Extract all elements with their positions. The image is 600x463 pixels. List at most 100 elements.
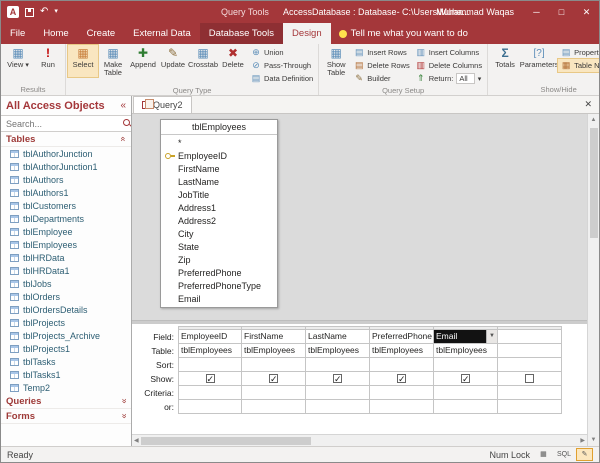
undo-icon[interactable]: ↶ — [40, 1, 48, 23]
union-button[interactable]: ⊕Union — [248, 46, 316, 59]
field-list-item-zip[interactable]: Zip — [161, 253, 277, 266]
show-checkbox[interactable] — [397, 374, 406, 383]
append-button[interactable]: ✚Append — [128, 45, 158, 77]
grid-cell[interactable]: tblEmployees — [434, 344, 498, 358]
insert-rows-button[interactable]: ▤ Insert Rows — [351, 46, 413, 59]
grid-cell[interactable] — [498, 344, 562, 358]
field-list-item-preferredphone[interactable]: PreferredPhone — [161, 266, 277, 279]
sql-view-button[interactable]: SQL — [554, 448, 574, 461]
data-definition-button[interactable]: ▤Data Definition — [248, 72, 316, 85]
grid-cell[interactable] — [370, 372, 434, 386]
section-header-forms[interactable]: Forms« — [1, 409, 131, 424]
run-button[interactable]: ! Run — [33, 45, 63, 69]
parameters-button[interactable]: [?] Parameters — [520, 45, 558, 69]
table-names-button[interactable]: ▦ Table Names — [558, 59, 599, 72]
view-button[interactable]: ▦ View ▾ — [3, 45, 33, 70]
section-header-tables[interactable]: Tables« — [1, 132, 131, 147]
query-design-surface[interactable]: tblEmployees *EmployeeIDFirstNameLastNam… — [132, 114, 587, 320]
tab-create[interactable]: Create — [78, 23, 125, 44]
grid-cell[interactable] — [498, 330, 562, 344]
sidebar-item-tblauthorjunction[interactable]: tblAuthorJunction — [1, 147, 131, 160]
tab-design[interactable]: Design — [283, 23, 331, 44]
sidebar-item-tblemployees[interactable]: tblEmployees — [1, 238, 131, 251]
grid-cell[interactable] — [434, 386, 498, 400]
tab-file[interactable]: File — [1, 23, 34, 44]
grid-cell[interactable] — [306, 372, 370, 386]
grid-cell[interactable] — [178, 358, 242, 372]
grid-cell[interactable] — [434, 358, 498, 372]
vertical-scroll-thumb[interactable] — [590, 128, 598, 238]
scroll-up-icon[interactable]: ▲ — [591, 114, 597, 126]
nav-pane-title[interactable]: All Access Objects « — [1, 96, 131, 115]
tell-me-box[interactable]: Tell me what you want to do — [339, 23, 468, 44]
grid-cell[interactable] — [498, 358, 562, 372]
sidebar-item-tblorders[interactable]: tblOrders — [1, 290, 131, 303]
field-list-item-preferredphonetype[interactable]: PreferredPhoneType — [161, 279, 277, 292]
minimize-button[interactable]: ─ — [524, 1, 549, 23]
grid-cell[interactable] — [370, 386, 434, 400]
datasheet-view-button[interactable]: ▦ — [535, 448, 552, 461]
grid-cell[interactable] — [498, 386, 562, 400]
sidebar-item-tblordersdetails[interactable]: tblOrdersDetails — [1, 303, 131, 316]
grid-cell[interactable] — [498, 400, 562, 414]
qat-customize-chevron-icon[interactable]: ▾ — [54, 1, 58, 23]
sidebar-item-tblauthors[interactable]: tblAuthors — [1, 173, 131, 186]
field-list-item-email[interactable]: Email — [161, 292, 277, 305]
collapse-pane-icon[interactable]: « — [120, 100, 126, 111]
search-icon[interactable] — [123, 119, 132, 128]
grid-cell[interactable] — [434, 400, 498, 414]
field-list-title[interactable]: tblEmployees — [161, 120, 277, 135]
grid-cell[interactable] — [306, 400, 370, 414]
show-table-button[interactable]: ▦ Show Table — [321, 45, 351, 77]
field-list-item-address2[interactable]: Address2 — [161, 214, 277, 227]
grid-cell[interactable] — [306, 358, 370, 372]
grid-cell[interactable] — [306, 386, 370, 400]
select-button[interactable]: ▦Select — [68, 45, 98, 77]
grid-cell[interactable]: tblEmployees — [306, 344, 370, 358]
sidebar-item-tbltasks1[interactable]: tblTasks1 — [1, 368, 131, 381]
horizontal-scroll-thumb[interactable] — [141, 437, 311, 445]
show-checkbox[interactable] — [461, 374, 470, 383]
builder-button[interactable]: ✎ Builder — [351, 72, 413, 85]
grid-cell[interactable]: tblEmployees — [370, 344, 434, 358]
document-tab-query2[interactable]: Query2 — [133, 96, 192, 113]
grid-cell[interactable] — [242, 358, 306, 372]
sidebar-item-tbltasks[interactable]: tblTasks — [1, 355, 131, 368]
vertical-scrollbar[interactable]: ▲ ▼ — [587, 114, 599, 446]
sidebar-item-tbldepartments[interactable]: tblDepartments — [1, 212, 131, 225]
grid-cell[interactable] — [178, 372, 242, 386]
sidebar-item-tblhrdata1[interactable]: tblHRData1 — [1, 264, 131, 277]
grid-cell[interactable] — [178, 400, 242, 414]
field-list-tblEmployees[interactable]: tblEmployees *EmployeeIDFirstNameLastNam… — [160, 119, 278, 308]
tab-home[interactable]: Home — [34, 23, 77, 44]
sidebar-item-tblprojects_archive[interactable]: tblProjects_Archive — [1, 329, 131, 342]
field-list-item-state[interactable]: State — [161, 240, 277, 253]
insert-columns-button[interactable]: ▥ Insert Columns — [413, 46, 485, 59]
sidebar-item-tbljobs[interactable]: tblJobs — [1, 277, 131, 290]
grid-cell[interactable] — [178, 386, 242, 400]
save-icon[interactable] — [25, 8, 34, 17]
grid-cell[interactable]: Email▼ — [434, 330, 498, 344]
totals-button[interactable]: Σ Totals — [490, 45, 520, 69]
close-button[interactable]: ✕ — [574, 1, 599, 23]
grid-cell[interactable]: tblEmployees — [242, 344, 306, 358]
make-table-button[interactable]: ▦Make Table — [98, 45, 128, 77]
design-view-button[interactable]: ✎ — [576, 448, 593, 461]
tab-database-tools[interactable]: Database Tools — [200, 23, 283, 44]
scroll-left-icon[interactable]: ◀ — [134, 435, 139, 447]
field-list-item-city[interactable]: City — [161, 227, 277, 240]
grid-cell[interactable] — [242, 372, 306, 386]
grid-cell[interactable]: PreferredPhone — [370, 330, 434, 344]
maximize-button[interactable]: □ — [549, 1, 574, 23]
scroll-down-icon[interactable]: ▼ — [591, 434, 597, 446]
sidebar-item-tblemployee[interactable]: tblEmployee — [1, 225, 131, 238]
grid-cell[interactable]: EmployeeID — [178, 330, 242, 344]
pass-through-button[interactable]: ⊘Pass-Through — [248, 59, 316, 72]
grid-cell[interactable]: FirstName — [242, 330, 306, 344]
update-button[interactable]: ✎Update — [158, 45, 188, 77]
field-list-item-address1[interactable]: Address1 — [161, 201, 277, 214]
grid-cell[interactable] — [242, 386, 306, 400]
grid-cell[interactable] — [370, 400, 434, 414]
close-document-icon[interactable]: ✕ — [577, 95, 599, 113]
field-list-item-*[interactable]: * — [161, 136, 277, 149]
